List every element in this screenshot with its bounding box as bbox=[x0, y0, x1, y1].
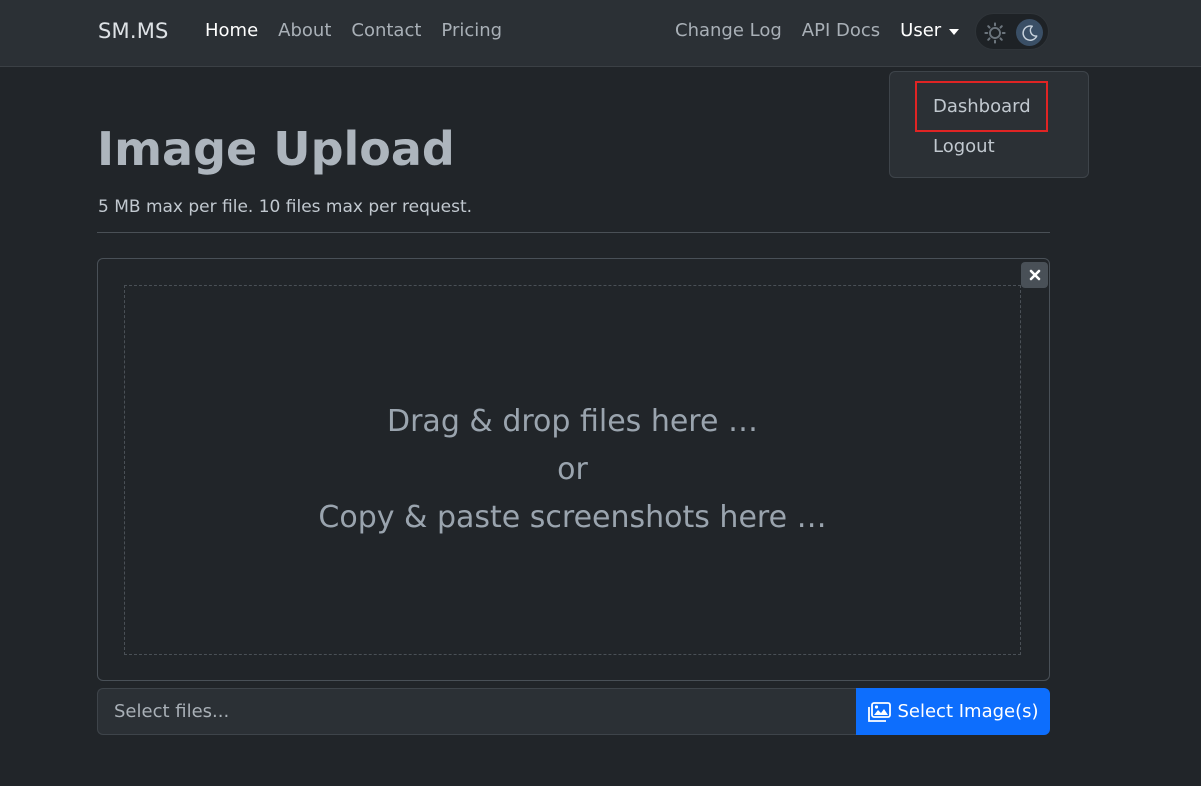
nav-contact[interactable]: Contact bbox=[351, 20, 421, 41]
divider bbox=[97, 232, 1050, 233]
page-subtitle: 5 MB max per file. 10 files max per requ… bbox=[98, 197, 473, 217]
user-dropdown-toggle[interactable]: User bbox=[900, 20, 960, 41]
sun-icon[interactable] bbox=[981, 19, 1008, 46]
select-images-label: Select Image(s) bbox=[897, 701, 1039, 722]
nav-pricing[interactable]: Pricing bbox=[441, 20, 502, 41]
dropzone-text-paste: Copy & paste screenshots here … bbox=[318, 500, 827, 535]
images-icon bbox=[867, 701, 892, 722]
caret-down-icon bbox=[949, 28, 960, 35]
nav-home[interactable]: Home bbox=[205, 20, 258, 41]
nav-change-log[interactable]: Change Log bbox=[675, 20, 782, 41]
dropzone-text-drag: Drag & drop files here … bbox=[387, 404, 758, 439]
brand-logo[interactable]: SM.MS bbox=[98, 19, 169, 43]
theme-switch bbox=[975, 13, 1049, 50]
file-caption-field[interactable]: Select files... bbox=[97, 688, 856, 735]
page-title: Image Upload bbox=[97, 122, 455, 176]
nav-about[interactable]: About bbox=[278, 20, 331, 41]
dropdown-item-dashboard[interactable]: Dashboard bbox=[933, 96, 1031, 117]
user-label: User bbox=[900, 20, 942, 41]
file-input-group: Select files... Select Image(s) bbox=[97, 688, 1050, 735]
select-images-button[interactable]: Select Image(s) bbox=[856, 688, 1050, 735]
nav-api-docs[interactable]: API Docs bbox=[802, 20, 880, 41]
dropzone-text-or: or bbox=[557, 452, 588, 487]
upload-dropzone[interactable]: Drag & drop files here … or Copy & paste… bbox=[97, 258, 1050, 681]
dropzone-target-area[interactable]: Drag & drop files here … or Copy & paste… bbox=[124, 285, 1021, 655]
dropdown-item-logout[interactable]: Logout bbox=[933, 136, 995, 157]
navbar: SM.MS Home About Contact Pricing Change … bbox=[0, 0, 1201, 67]
moon-icon[interactable] bbox=[1016, 19, 1043, 46]
nav-main-links: Home About Contact Pricing bbox=[205, 20, 522, 41]
close-icon[interactable] bbox=[1021, 262, 1048, 288]
nav-secondary-links: Change Log API Docs User bbox=[675, 20, 960, 41]
user-dropdown-menu: Dashboard Logout bbox=[889, 71, 1089, 178]
